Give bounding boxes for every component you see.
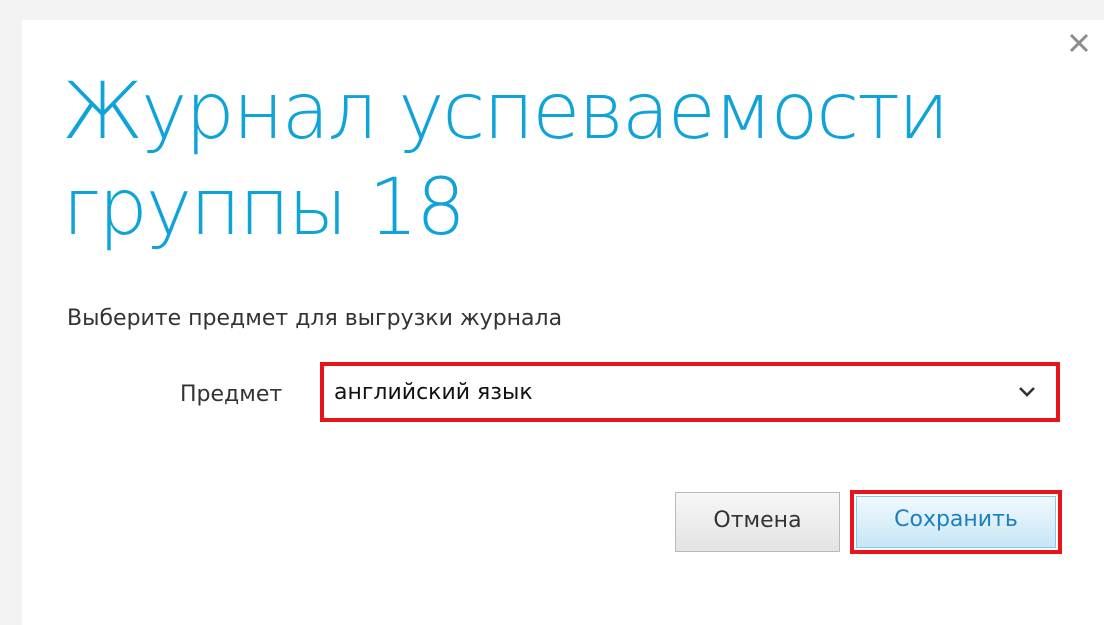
subject-select-value: английский язык: [334, 380, 533, 405]
dialog-title: Журнал успеваемости группы 18: [62, 67, 949, 253]
dialog-subtitle: Выберите предмет для выгрузки журнала: [67, 306, 563, 331]
subject-select[interactable]: английский язык: [320, 362, 1060, 422]
cancel-button[interactable]: Отмена: [675, 492, 840, 552]
subject-label: Предмет: [180, 382, 283, 407]
save-button-highlight[interactable]: Сохранить: [850, 490, 1062, 554]
chevron-down-icon: [1019, 387, 1035, 397]
close-button[interactable]: [1066, 30, 1092, 56]
close-icon: [1069, 33, 1089, 53]
save-button[interactable]: Сохранить: [856, 496, 1056, 548]
